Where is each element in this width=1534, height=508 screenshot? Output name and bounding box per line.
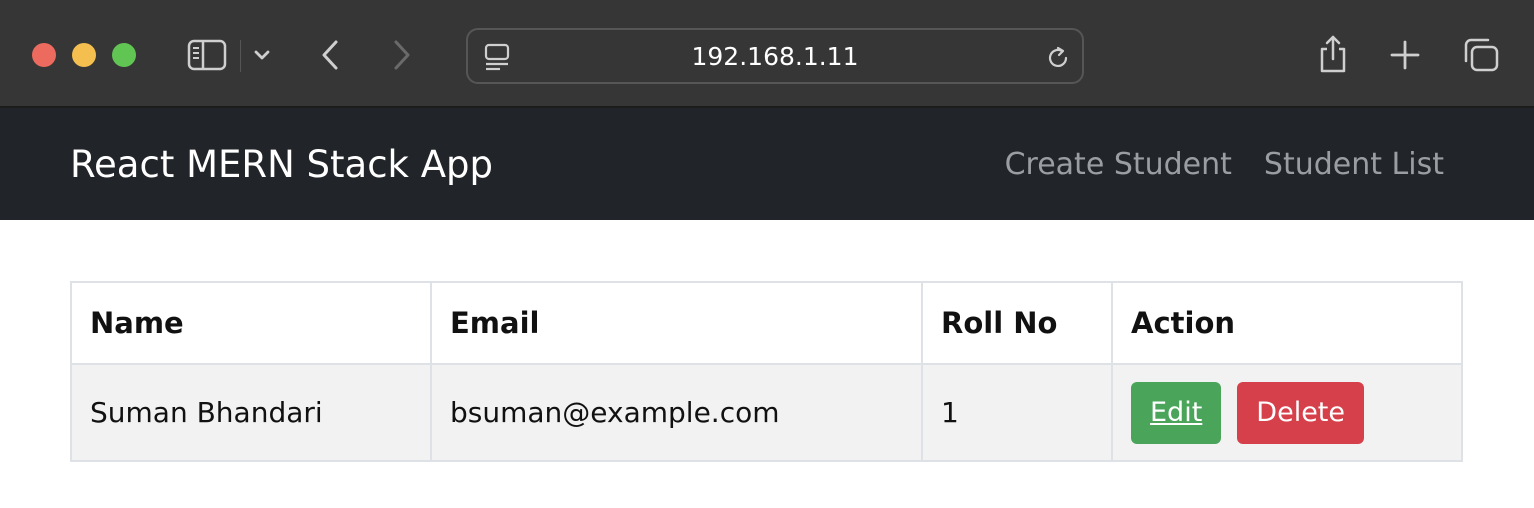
tab-overview-icon[interactable] [1461, 36, 1501, 74]
browser-toolbar: 192.168.1.11 [0, 0, 1534, 108]
maximize-window-button[interactable] [112, 43, 136, 67]
close-window-button[interactable] [32, 43, 56, 67]
new-tab-icon[interactable] [1388, 38, 1422, 72]
header-roll-no: Roll No [921, 281, 1113, 365]
header-name: Name [70, 281, 432, 365]
cell-email: bsuman@example.com [430, 363, 923, 462]
app-navbar: React MERN Stack App Create Student Stud… [0, 108, 1534, 220]
header-email: Email [430, 281, 923, 365]
forward-icon[interactable] [388, 38, 416, 72]
toolbar-separator [240, 40, 241, 72]
nav-links: Create Student Student List [1005, 108, 1444, 220]
reload-icon[interactable] [1044, 44, 1072, 72]
edit-button[interactable]: Edit [1131, 381, 1222, 444]
address-text: 192.168.1.11 [691, 41, 859, 71]
address-bar[interactable]: 192.168.1.11 [466, 28, 1084, 84]
cell-action: Edit Delete [1111, 363, 1463, 462]
chevron-down-icon[interactable] [252, 44, 272, 66]
app-brand[interactable]: React MERN Stack App [70, 108, 493, 220]
nav-create-student[interactable]: Create Student [1005, 147, 1232, 182]
sidebar-icon[interactable] [186, 38, 228, 72]
header-action: Action [1111, 281, 1463, 365]
table-row: Suman Bhandari bsuman@example.com 1 Edit… [70, 363, 1463, 462]
nav-student-list[interactable]: Student List [1264, 147, 1444, 182]
minimize-window-button[interactable] [72, 43, 96, 67]
cell-roll-no: 1 [921, 363, 1113, 462]
share-icon[interactable] [1316, 34, 1350, 74]
cell-name: Suman Bhandari [70, 363, 432, 462]
delete-button[interactable]: Delete [1237, 381, 1365, 444]
students-table: Name Email Roll No Action Suman Bhandari… [70, 281, 1463, 462]
table-header-row: Name Email Roll No Action [70, 281, 1463, 365]
back-icon[interactable] [316, 38, 344, 72]
